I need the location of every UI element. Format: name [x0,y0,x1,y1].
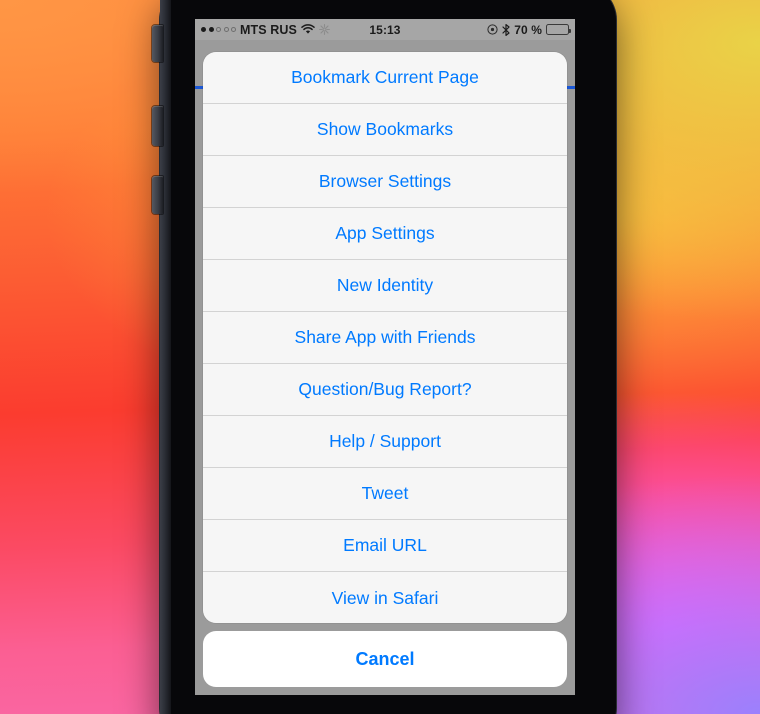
action-label: Show Bookmarks [316,119,454,139]
action-label: New Identity [336,275,434,295]
action-help-support[interactable]: Help / Support [203,416,567,468]
action-app-settings[interactable]: App Settings [203,208,567,260]
action-email-url[interactable]: Email URL [203,520,567,572]
mute-switch[interactable] [152,25,163,62]
action-share-app-with-friends[interactable]: Share App with Friends [203,312,567,364]
bluetooth-icon [502,23,510,36]
action-label: Question/Bug Report? [298,379,472,399]
battery-icon [546,24,571,35]
location-services-icon [487,24,498,35]
action-tweet[interactable]: Tweet [203,468,567,520]
action-label: Browser Settings [318,171,452,191]
action-label: Share App with Friends [294,327,476,347]
volume-up-button[interactable] [152,106,163,146]
action-view-in-safari[interactable]: View in Safari [203,572,567,624]
action-label: Email URL [343,535,427,555]
action-label: Tweet [361,483,409,503]
action-question-bug-report[interactable]: Question/Bug Report? [203,364,567,416]
device-screen: MTS RUS 15:13 70 % Bookmark Current Page… [195,19,575,695]
iphone-device-frame: MTS RUS 15:13 70 % Bookmark Current Page… [152,0,616,714]
cancel-label: Cancel [355,648,415,669]
volume-down-button[interactable] [152,176,163,214]
battery-percentage: 70 % [514,22,542,37]
action-sheet-options-group: Bookmark Current Page Show Bookmarks Bro… [203,52,567,624]
status-bar-right: 70 % [487,22,571,37]
action-sheet: Bookmark Current Page Show Bookmarks Bro… [203,52,567,687]
action-label: Help / Support [329,431,441,451]
action-label: Bookmark Current Page [291,67,479,87]
cancel-button[interactable]: Cancel [203,631,567,687]
action-new-identity[interactable]: New Identity [203,260,567,312]
status-bar: MTS RUS 15:13 70 % [195,19,575,40]
action-label: App Settings [335,223,435,243]
action-bookmark-current-page[interactable]: Bookmark Current Page [203,52,567,104]
action-show-bookmarks[interactable]: Show Bookmarks [203,104,567,156]
action-label: View in Safari [331,587,439,608]
action-browser-settings[interactable]: Browser Settings [203,156,567,208]
